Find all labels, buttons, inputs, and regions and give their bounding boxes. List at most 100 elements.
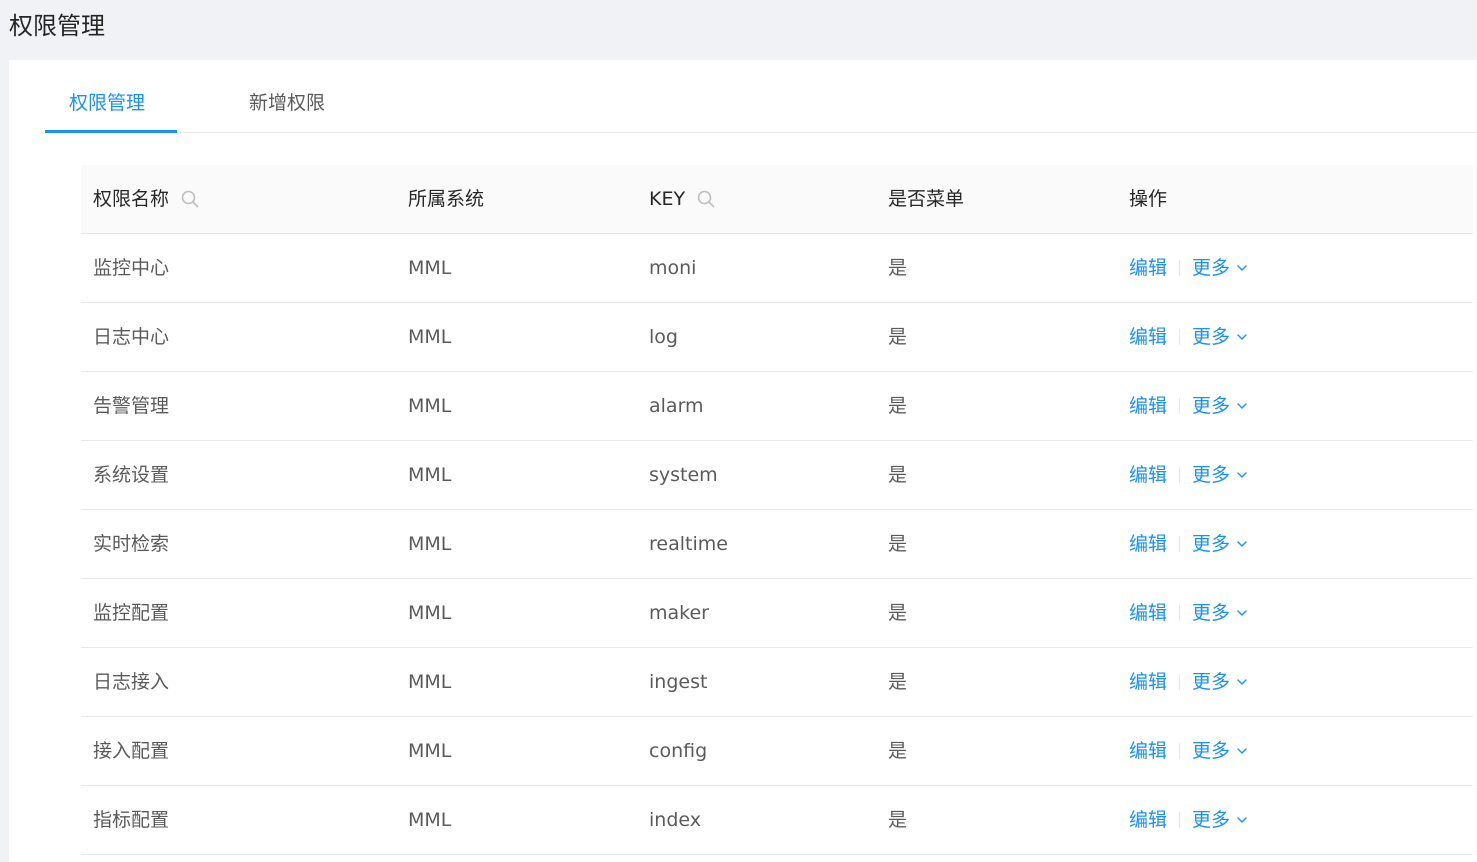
column-header-is-menu: 是否菜单 (888, 188, 965, 210)
is-menu-cell: 是 (888, 602, 908, 624)
actions-cell: 编辑 更多 (1129, 669, 1248, 695)
more-label: 更多 (1192, 395, 1231, 417)
action-divider (1179, 605, 1181, 621)
permission-name-cell: 接入配置 (93, 740, 170, 762)
active-tab-indicator (45, 130, 177, 133)
more-dropdown[interactable]: 更多 (1192, 669, 1248, 695)
action-divider (1179, 260, 1181, 276)
table-row: 监控中心 MML moni 是 编辑 更多 (81, 234, 1473, 303)
actions-cell: 编辑 更多 (1129, 393, 1248, 419)
more-label: 更多 (1192, 533, 1231, 555)
table-row: 接入配置 MML config 是 编辑 更多 (81, 717, 1473, 786)
chevron-down-icon (1237, 817, 1247, 823)
is-menu-cell: 是 (888, 395, 908, 417)
chevron-down-icon (1237, 403, 1247, 409)
page-header: 权限管理 (0, 0, 1477, 60)
is-menu-cell: 是 (888, 326, 908, 348)
more-label: 更多 (1192, 740, 1231, 762)
edit-link[interactable]: 编辑 (1129, 600, 1167, 626)
actions-cell: 编辑 更多 (1129, 807, 1248, 833)
system-cell: MML (408, 809, 452, 831)
system-cell: MML (408, 257, 452, 279)
table-header: 权限名称 所属系统 KEY 是否菜单 操作 (81, 165, 1473, 234)
actions-cell: 编辑 更多 (1129, 324, 1248, 350)
edit-link[interactable]: 编辑 (1129, 531, 1167, 557)
actions-cell: 编辑 更多 (1129, 531, 1248, 557)
tab-permission-management[interactable]: 权限管理 (69, 90, 145, 116)
edit-link[interactable]: 编辑 (1129, 462, 1167, 488)
system-cell: MML (408, 602, 452, 624)
more-label: 更多 (1192, 257, 1231, 279)
chevron-down-icon (1237, 265, 1247, 271)
actions-cell: 编辑 更多 (1129, 600, 1248, 626)
key-cell: realtime (649, 533, 728, 555)
table-row: 日志中心 MML log 是 编辑 更多 (81, 303, 1473, 372)
key-cell: index (649, 809, 701, 831)
more-label: 更多 (1192, 464, 1231, 486)
actions-cell: 编辑 更多 (1129, 462, 1248, 488)
tab-add-permission[interactable]: 新增权限 (249, 90, 325, 116)
search-icon[interactable] (697, 190, 715, 208)
more-label: 更多 (1192, 671, 1231, 693)
key-cell: log (649, 326, 678, 348)
chevron-down-icon (1237, 541, 1247, 547)
tab-bar: 权限管理 新增权限 (45, 60, 1477, 133)
edit-link[interactable]: 编辑 (1129, 393, 1167, 419)
more-dropdown[interactable]: 更多 (1192, 531, 1248, 557)
table-row: 指标配置 MML index 是 编辑 更多 (81, 786, 1473, 855)
edit-link[interactable]: 编辑 (1129, 669, 1167, 695)
key-cell: system (649, 464, 718, 486)
chevron-down-icon (1237, 334, 1247, 340)
more-dropdown[interactable]: 更多 (1192, 807, 1248, 833)
column-header-label: KEY (649, 188, 686, 210)
key-cell: config (649, 740, 708, 762)
key-cell: ingest (649, 671, 708, 693)
edit-link[interactable]: 编辑 (1129, 807, 1167, 833)
actions-cell: 编辑 更多 (1129, 255, 1248, 281)
more-dropdown[interactable]: 更多 (1192, 324, 1248, 350)
key-cell: maker (649, 602, 709, 624)
page-title: 权限管理 (9, 12, 105, 40)
table-row: 告警管理 MML alarm 是 编辑 更多 (81, 372, 1473, 441)
action-divider (1179, 329, 1181, 345)
system-cell: MML (408, 464, 452, 486)
column-header-key: KEY (649, 186, 715, 212)
is-menu-cell: 是 (888, 740, 908, 762)
more-dropdown[interactable]: 更多 (1192, 600, 1248, 626)
column-header-name: 权限名称 (93, 186, 199, 212)
more-label: 更多 (1192, 326, 1231, 348)
is-menu-cell: 是 (888, 809, 908, 831)
system-cell: MML (408, 740, 452, 762)
action-divider (1179, 536, 1181, 552)
action-divider (1179, 674, 1181, 690)
edit-link[interactable]: 编辑 (1129, 324, 1167, 350)
edit-link[interactable]: 编辑 (1129, 255, 1167, 281)
system-cell: MML (408, 395, 452, 417)
permission-name-cell: 日志接入 (93, 671, 170, 693)
table-row: 日志接入 MML ingest 是 编辑 更多 (81, 648, 1473, 717)
permission-name-cell: 系统设置 (93, 464, 170, 486)
permission-table: 权限名称 所属系统 KEY 是否菜单 操作 监控中心 MML moni 是 编辑… (81, 165, 1473, 855)
system-cell: MML (408, 671, 452, 693)
more-dropdown[interactable]: 更多 (1192, 393, 1248, 419)
table-row: 实时检索 MML realtime 是 编辑 更多 (81, 510, 1473, 579)
more-label: 更多 (1192, 602, 1231, 624)
permission-name-cell: 日志中心 (93, 326, 170, 348)
column-header-system: 所属系统 (408, 188, 485, 210)
edit-link[interactable]: 编辑 (1129, 738, 1167, 764)
key-cell: moni (649, 257, 697, 279)
table-body: 监控中心 MML moni 是 编辑 更多 日志中心 MML log 是 编辑 … (81, 234, 1473, 855)
permission-name-cell: 告警管理 (93, 395, 170, 417)
more-dropdown[interactable]: 更多 (1192, 738, 1248, 764)
system-cell: MML (408, 326, 452, 348)
more-dropdown[interactable]: 更多 (1192, 255, 1248, 281)
action-divider (1179, 812, 1181, 828)
key-cell: alarm (649, 395, 704, 417)
is-menu-cell: 是 (888, 464, 908, 486)
chevron-down-icon (1237, 472, 1247, 478)
table-row: 监控配置 MML maker 是 编辑 更多 (81, 579, 1473, 648)
action-divider (1179, 398, 1181, 414)
more-dropdown[interactable]: 更多 (1192, 462, 1248, 488)
search-icon[interactable] (181, 190, 199, 208)
chevron-down-icon (1237, 610, 1247, 616)
